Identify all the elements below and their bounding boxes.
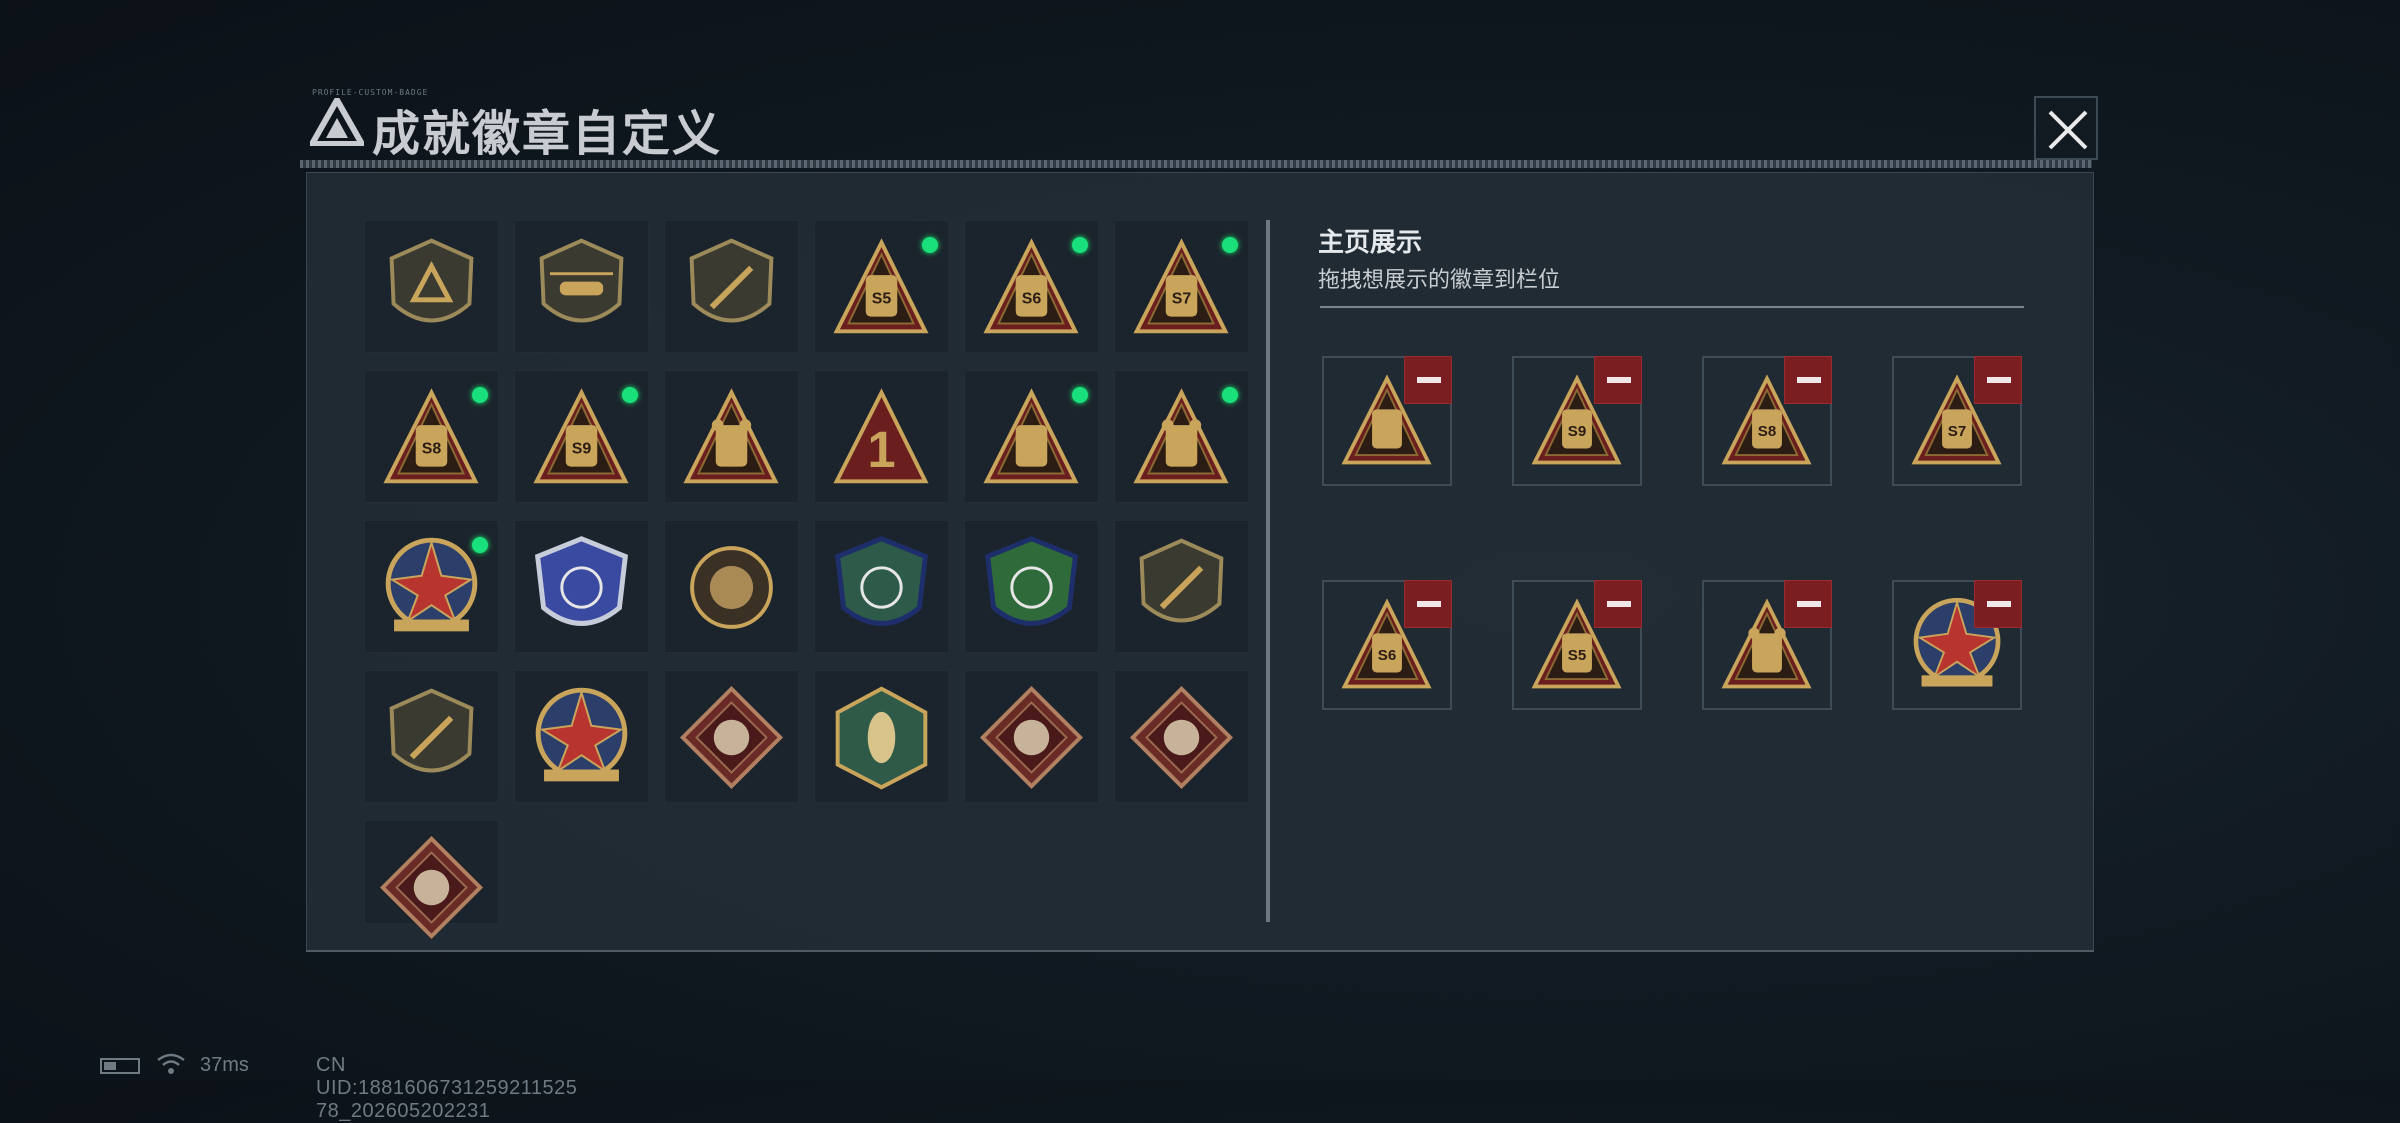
remove-badge-button[interactable] xyxy=(1974,356,2022,404)
rock-hand-triangle-badge-icon xyxy=(683,388,779,484)
close-icon xyxy=(2048,110,2088,150)
badge-cell[interactable]: S6 xyxy=(964,220,1099,353)
dragon-diamond-badge-icon-2 xyxy=(1129,685,1234,790)
badge-cell[interactable]: S8 xyxy=(364,370,499,503)
title-underline xyxy=(300,160,2092,168)
new-indicator-dot xyxy=(1066,381,1094,409)
delta-shield-badge-icon xyxy=(389,238,474,323)
new-indicator-dot xyxy=(1066,231,1094,259)
badge-label: 1 xyxy=(867,421,895,478)
badge-cell[interactable]: S9 xyxy=(514,370,649,503)
badge-label: S7 xyxy=(1172,290,1192,307)
dragon-diamond-badge-icon xyxy=(979,685,1084,790)
badge-label: S9 xyxy=(1568,423,1586,440)
wasp-hexagon-badge-icon xyxy=(835,686,928,790)
badge-cell[interactable] xyxy=(364,220,499,353)
close-button[interactable] xyxy=(2034,96,2098,160)
badge-cell[interactable] xyxy=(514,520,649,653)
skull-round-badge-icon xyxy=(690,546,773,629)
showcase-slot[interactable]: S9 xyxy=(1512,356,1642,486)
gold-blue-star-shield-badge-icon xyxy=(535,687,628,782)
badge-label: S8 xyxy=(1758,423,1776,440)
knife-shield-badge-icon xyxy=(1139,538,1224,623)
knife-round-shield-badge-icon xyxy=(389,688,474,773)
green-rifle-shield-badge-icon xyxy=(984,536,1079,626)
title-bar: PROFILE-CUSTOM-BADGE 成就徽章自定义 xyxy=(300,88,2100,161)
new-indicator-dot xyxy=(1216,381,1244,409)
badge-cell[interactable] xyxy=(964,670,1099,803)
badge-cell[interactable] xyxy=(814,670,949,803)
badge-label: S8 xyxy=(422,440,442,457)
number-one-triangle-badge-icon: 1 xyxy=(833,388,929,484)
badge-cell[interactable] xyxy=(364,670,499,803)
badge-cell[interactable] xyxy=(814,520,949,653)
badge-label: S6 xyxy=(1378,647,1396,664)
new-indicator-dot xyxy=(466,381,494,409)
badge-cell[interactable] xyxy=(664,520,799,653)
new-indicator-dot xyxy=(466,531,494,559)
badge-label: S5 xyxy=(1568,647,1586,664)
badge-cell[interactable] xyxy=(1114,520,1249,653)
showcase-slot[interactable] xyxy=(1702,580,1832,710)
uid-text: CN UID:1881606731259211525​78_2026052022… xyxy=(316,1054,578,1122)
page-title: 成就徽章自定义 xyxy=(372,108,723,161)
delta-logo-icon xyxy=(310,98,364,146)
badge-cell[interactable] xyxy=(1114,370,1249,503)
badge-cell[interactable] xyxy=(514,220,649,353)
showcase-slot[interactable] xyxy=(1892,580,2022,710)
battery-icon xyxy=(100,1058,140,1074)
remove-badge-button[interactable] xyxy=(1404,580,1452,628)
remove-badge-button[interactable] xyxy=(1594,580,1642,628)
new-indicator-dot xyxy=(616,381,644,409)
panel-divider xyxy=(1266,220,1270,922)
showcase-slot[interactable]: S8 xyxy=(1702,356,1832,486)
remove-badge-button[interactable] xyxy=(1784,580,1832,628)
new-indicator-dot xyxy=(1216,231,1244,259)
badge-label: S9 xyxy=(572,440,592,457)
remove-badge-button[interactable] xyxy=(1594,356,1642,404)
wifi-icon xyxy=(157,1053,185,1074)
badge-cell[interactable] xyxy=(664,370,799,503)
blue-wings-crest-badge-icon xyxy=(534,536,629,626)
ping-value: 37ms xyxy=(200,1054,249,1076)
badge-cell[interactable] xyxy=(664,220,799,353)
remove-badge-button[interactable] xyxy=(1974,580,2022,628)
badge-cell[interactable] xyxy=(364,820,499,940)
badge-cell[interactable] xyxy=(364,520,499,653)
showcase-title: 主页展示 xyxy=(1318,227,1423,257)
remove-badge-button[interactable] xyxy=(1404,356,1452,404)
badge-label: S6 xyxy=(1022,290,1042,307)
badge-cell[interactable] xyxy=(1114,670,1249,803)
badge-cell[interactable]: S5 xyxy=(814,220,949,353)
runner-diamond-badge-icon xyxy=(379,835,484,940)
blue-rifle-shield-badge-icon xyxy=(834,536,929,626)
showcase-slot[interactable] xyxy=(1322,356,1452,486)
showcase-separator xyxy=(1320,306,2024,308)
showcase-subtitle: 拖拽想展示的徽章到栏位 xyxy=(1318,267,1561,292)
badge-cell[interactable] xyxy=(514,670,649,803)
badge-label: S7 xyxy=(1948,423,1966,440)
new-indicator-dot xyxy=(916,231,944,259)
helicopter-shield-badge-icon xyxy=(539,238,624,323)
badge-cell[interactable]: 1 xyxy=(814,370,949,503)
badge-cell[interactable] xyxy=(964,520,1099,653)
panel-bottom-border xyxy=(306,950,2094,952)
showcase-slot[interactable]: S6 xyxy=(1322,580,1452,710)
dagger-shield-badge-icon xyxy=(689,238,774,323)
showcase-slot[interactable]: S7 xyxy=(1892,356,2022,486)
badge-cell[interactable] xyxy=(964,370,1099,503)
badge-cell[interactable] xyxy=(664,670,799,803)
remove-badge-button[interactable] xyxy=(1784,356,1832,404)
badge-label: S5 xyxy=(872,290,892,307)
wolf-diamond-badge-icon xyxy=(679,685,784,790)
showcase-slot[interactable]: S5 xyxy=(1512,580,1642,710)
badge-cell[interactable]: S7 xyxy=(1114,220,1249,353)
